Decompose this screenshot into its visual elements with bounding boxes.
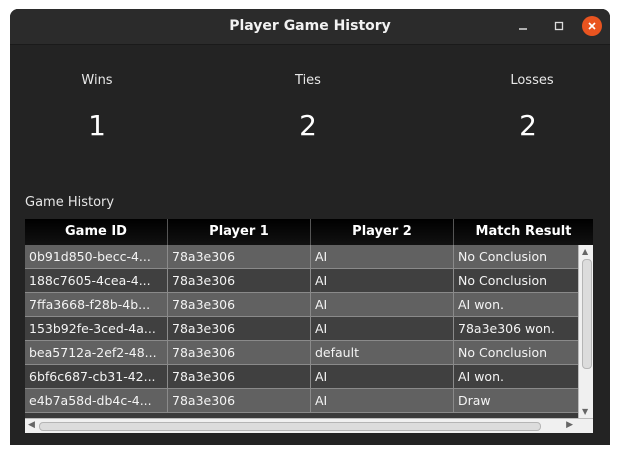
column-header-game-id[interactable]: Game ID [25, 219, 168, 245]
match-result-cell[interactable]: AI won. [454, 365, 578, 388]
column-header-match-result[interactable]: Match Result [454, 219, 593, 245]
player-1-cell[interactable]: 78a3e306 [168, 341, 311, 364]
game-id-cell[interactable]: 6bf6c687-cb31-42... [25, 365, 168, 388]
player-1-cell[interactable]: 78a3e306 [168, 245, 311, 268]
table-row[interactable]: 188c7605-4cea-4... 78a3e306 AI No Conclu… [25, 269, 578, 293]
player-2-cell[interactable]: AI [311, 293, 454, 316]
game-history-table[interactable]: Game ID Player 1 Player 2 Match Result 0… [25, 219, 593, 433]
player-1-cell[interactable]: 78a3e306 [168, 365, 311, 388]
player-1-cell[interactable]: 78a3e306 [168, 293, 311, 316]
game-history-window: Player Game History Wins 1 Ties 2 Losses… [10, 9, 610, 445]
scroll-left-icon[interactable]: ◀ [28, 420, 35, 430]
vertical-scroll-thumb[interactable] [582, 259, 592, 369]
game-history-label: Game History [25, 195, 115, 210]
match-result-cell[interactable]: No Conclusion [454, 269, 578, 292]
wins-label: Wins [81, 73, 113, 88]
scroll-down-icon[interactable]: ▼ [582, 407, 588, 416]
match-result-cell[interactable]: No Conclusion [454, 245, 578, 268]
match-result-cell[interactable]: Draw [454, 389, 578, 412]
player-2-cell[interactable]: AI [311, 317, 454, 340]
game-id-cell[interactable]: 153b92fe-3ced-4a... [25, 317, 168, 340]
game-id-cell[interactable]: bea5712a-2ef2-48... [25, 341, 168, 364]
column-header-player-1[interactable]: Player 1 [168, 219, 311, 245]
scroll-right-icon[interactable]: ▶ [566, 420, 573, 430]
close-icon[interactable] [582, 16, 602, 36]
horizontal-scrollbar[interactable]: ◀ ▶ [25, 418, 593, 433]
table-row[interactable]: bea5712a-2ef2-48... 78a3e306 default No … [25, 341, 578, 365]
table-row[interactable]: 153b92fe-3ced-4a... 78a3e306 AI 78a3e306… [25, 317, 578, 341]
player-1-cell[interactable]: 78a3e306 [168, 389, 311, 412]
table-row[interactable]: 0b91d850-becc-4... 78a3e306 AI No Conclu… [25, 245, 578, 269]
table-row[interactable]: e4b7a58d-db4c-4... 78a3e306 AI Draw [25, 389, 578, 413]
game-id-cell[interactable]: e4b7a58d-db4c-4... [25, 389, 168, 412]
match-result-cell[interactable]: AI won. [454, 293, 578, 316]
match-result-cell[interactable]: No Conclusion [454, 341, 578, 364]
game-id-cell[interactable]: 188c7605-4cea-4... [25, 269, 168, 292]
player-2-cell[interactable]: AI [311, 269, 454, 292]
column-header-player-2[interactable]: Player 2 [311, 219, 454, 245]
player-2-cell[interactable]: AI [311, 245, 454, 268]
player-2-cell[interactable]: AI [311, 389, 454, 412]
player-1-cell[interactable]: 78a3e306 [168, 269, 311, 292]
ties-value: 2 [299, 109, 317, 142]
match-result-cell[interactable]: 78a3e306 won. [454, 317, 578, 340]
game-id-cell[interactable]: 7ffa3668-f28b-4b... [25, 293, 168, 316]
player-1-cell[interactable]: 78a3e306 [168, 317, 311, 340]
table-header: Game ID Player 1 Player 2 Match Result [25, 219, 593, 245]
maximize-icon[interactable] [549, 16, 569, 36]
wins-value: 1 [88, 109, 106, 142]
player-2-cell[interactable]: default [311, 341, 454, 364]
table-row[interactable]: 6bf6c687-cb31-42... 78a3e306 AI AI won. [25, 365, 578, 389]
table-row[interactable]: 7ffa3668-f28b-4b... 78a3e306 AI AI won. [25, 293, 578, 317]
scroll-up-icon[interactable]: ▲ [582, 247, 588, 256]
losses-value: 2 [519, 109, 537, 142]
table-body: 0b91d850-becc-4... 78a3e306 AI No Conclu… [25, 245, 578, 413]
game-id-cell[interactable]: 0b91d850-becc-4... [25, 245, 168, 268]
vertical-scrollbar[interactable]: ▲ ▼ [578, 245, 593, 418]
losses-label: Losses [510, 73, 554, 88]
ties-label: Ties [295, 73, 321, 88]
horizontal-scroll-thumb[interactable] [39, 422, 541, 431]
player-2-cell[interactable]: AI [311, 365, 454, 388]
title-bar[interactable]: Player Game History [10, 9, 610, 45]
minimize-icon[interactable] [513, 16, 533, 36]
